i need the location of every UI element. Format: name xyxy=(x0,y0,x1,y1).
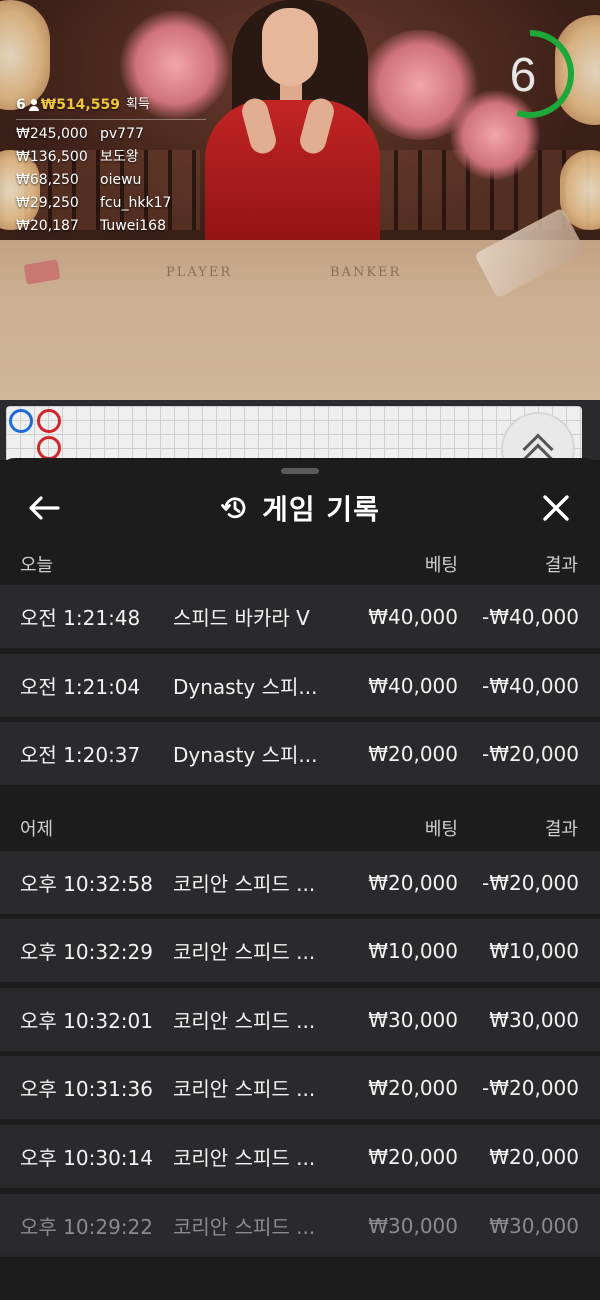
sheet-drag-handle[interactable] xyxy=(281,468,319,474)
banker-table-label: BANKER xyxy=(330,265,402,280)
row-result: ₩30,000 xyxy=(489,1213,579,1238)
row-game: Dynasty 스피... xyxy=(173,675,318,699)
row-bet: ₩30,000 xyxy=(368,1213,458,1238)
result-column-header: 결과 xyxy=(544,819,578,840)
live-video-feed: PLAYER BANKER 6 ₩514,559 획득 ₩245,000 pv7… xyxy=(0,0,600,400)
row-result: ₩30,000 xyxy=(489,1007,579,1032)
countdown-number: 6 xyxy=(509,49,537,102)
section-header-yesterday: 어제 베팅 결과 xyxy=(0,804,600,852)
dealer-face xyxy=(262,8,318,86)
row-time: 오후 10:31:36 xyxy=(20,1077,153,1101)
banker-bead xyxy=(37,436,61,460)
banker-bead xyxy=(37,409,61,433)
winner-row: ₩245,000 pv777 xyxy=(16,123,206,146)
winners-summary: 6 ₩514,559 획득 xyxy=(16,96,206,120)
countdown-timer: 6 xyxy=(484,24,580,124)
row-game: 코리안 스피드 ... xyxy=(173,1077,316,1101)
winner-amount: ₩20,187 xyxy=(16,218,79,234)
winner-name: 보도왕 xyxy=(100,149,139,165)
history-icon xyxy=(221,497,246,519)
row-time: 오전 1:20:37 xyxy=(20,743,141,767)
row-bet: ₩10,000 xyxy=(368,938,458,963)
history-row[interactable]: 오후 10:30:14 코리안 스피드 ... ₩20,000 ₩20,000 xyxy=(0,1125,600,1188)
history-row[interactable]: 오전 1:21:04 Dynasty 스피... ₩40,000 -₩40,00… xyxy=(0,654,600,717)
winner-amount: ₩136,500 xyxy=(16,149,88,165)
close-button[interactable] xyxy=(538,490,574,526)
section-day-label: 오늘 xyxy=(20,555,54,576)
row-bet: ₩20,000 xyxy=(368,1075,458,1100)
row-result: -₩40,000 xyxy=(482,604,579,629)
row-bet: ₩30,000 xyxy=(368,1007,458,1032)
history-row[interactable]: 오후 10:31:36 코리안 스피드 ... ₩20,000 -₩20,000 xyxy=(0,1056,600,1119)
row-bet: ₩20,000 xyxy=(368,870,458,895)
row-bet: ₩40,000 xyxy=(368,673,458,698)
row-result: -₩20,000 xyxy=(482,741,579,766)
row-game: 스피드 바카라 V xyxy=(173,606,310,630)
row-game: 코리안 스피드 ... xyxy=(173,1009,316,1033)
row-game: 코리안 스피드 ... xyxy=(173,940,316,964)
sheet-header: 게임 기록 xyxy=(0,478,600,538)
sheet-title-group: 게임 기록 xyxy=(0,478,600,538)
history-row[interactable]: 오후 10:32:29 코리안 스피드 ... ₩10,000 ₩10,000 xyxy=(0,919,600,982)
row-game: 코리안 스피드 ... xyxy=(173,1146,316,1170)
result-column-header: 결과 xyxy=(544,555,578,576)
bet-column-header: 베팅 xyxy=(424,819,458,840)
section-day-label: 어제 xyxy=(20,819,54,840)
row-result: -₩40,000 xyxy=(482,673,579,698)
row-game: Dynasty 스피... xyxy=(173,743,318,767)
winner-amount: ₩68,250 xyxy=(16,172,79,188)
row-game: 코리안 스피드 ... xyxy=(173,872,316,896)
row-time: 오후 10:29:22 xyxy=(20,1215,153,1239)
winners-total-label: 획득 xyxy=(125,97,150,112)
winner-amount: ₩245,000 xyxy=(16,126,88,142)
row-time: 오후 10:32:58 xyxy=(20,872,153,896)
row-bet: ₩40,000 xyxy=(368,604,458,629)
winner-row-partial xyxy=(16,238,206,250)
winners-total: ₩514,559 xyxy=(40,97,120,113)
scroll-fade xyxy=(0,1248,600,1300)
row-time: 오후 10:32:29 xyxy=(20,940,153,964)
winner-row: ₩136,500 보도왕 xyxy=(16,146,206,169)
history-row[interactable]: 오전 1:20:37 Dynasty 스피... ₩20,000 -₩20,00… xyxy=(0,722,600,785)
winner-row: ₩20,187 Tuwei168 xyxy=(16,215,206,238)
winners-list: 6 ₩514,559 획득 ₩245,000 pv777 ₩136,500 보도… xyxy=(16,96,206,250)
bead-road-grid xyxy=(6,406,582,460)
winner-row: ₩29,250 fcu_hkk17 xyxy=(16,192,206,215)
player-bead xyxy=(9,409,33,433)
row-game: 코리안 스피드 ... xyxy=(173,1215,316,1239)
dealer-dress xyxy=(205,100,380,250)
history-row[interactable]: 오후 10:32:58 코리안 스피드 ... ₩20,000 -₩20,000 xyxy=(0,851,600,914)
row-bet: ₩20,000 xyxy=(368,741,458,766)
sheet-title: 게임 기록 xyxy=(262,493,380,526)
winner-count: 6 xyxy=(16,97,26,113)
row-result: ₩10,000 xyxy=(489,938,579,963)
row-result: ₩20,000 xyxy=(489,1144,579,1169)
section-header-today: 오늘 베팅 결과 xyxy=(0,540,600,588)
person-icon xyxy=(28,99,39,111)
player-table-label: PLAYER xyxy=(166,265,233,280)
row-result: -₩20,000 xyxy=(482,1075,579,1100)
winner-row: ₩68,250 oiewu xyxy=(16,169,206,192)
row-result: -₩20,000 xyxy=(482,870,579,895)
arrow-left-icon xyxy=(29,496,60,520)
winner-name: Tuwei168 xyxy=(100,218,166,234)
history-row[interactable]: 오전 1:21:48 스피드 바카라 V ₩40,000 -₩40,000 xyxy=(0,585,600,648)
row-time: 오전 1:21:04 xyxy=(20,675,141,699)
winner-amount: ₩29,250 xyxy=(16,195,79,211)
history-row[interactable]: 오후 10:32:01 코리안 스피드 ... ₩30,000 ₩30,000 xyxy=(0,988,600,1051)
winner-name: pv777 xyxy=(100,126,144,142)
game-history-sheet: 게임 기록 오늘 베팅 결과 오전 1:21:48 스피드 바카라 V ₩40,… xyxy=(0,458,600,1300)
row-time: 오전 1:21:48 xyxy=(20,606,141,630)
row-bet: ₩20,000 xyxy=(368,1144,458,1169)
row-time: 오후 10:30:14 xyxy=(20,1146,153,1170)
bet-column-header: 베팅 xyxy=(424,555,458,576)
row-time: 오후 10:32:01 xyxy=(20,1009,153,1033)
close-icon xyxy=(543,495,569,521)
winner-name: fcu_hkk17 xyxy=(100,195,172,211)
back-button[interactable] xyxy=(26,492,62,524)
winner-name: oiewu xyxy=(100,172,142,188)
